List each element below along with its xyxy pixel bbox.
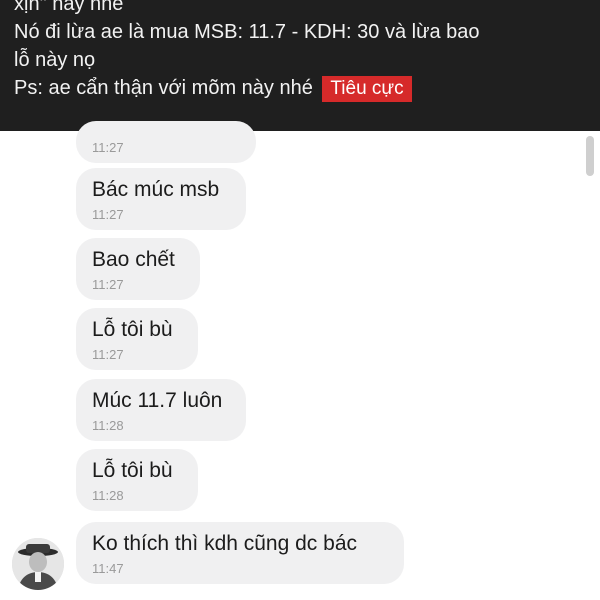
message-text: Lỗ tôi bù xyxy=(92,459,173,482)
scrollbar-thumb[interactable] xyxy=(586,136,594,176)
message-text: Múc 11.7 luôn xyxy=(92,389,223,412)
caption-text: Ps: ae cẩn thận với mõm này nhé xyxy=(14,77,313,99)
message-time: 11:28 xyxy=(92,488,124,503)
caption-line: Ps: ae cẩn thận với mõm này nhé Tiêu cực xyxy=(14,74,586,102)
caption-banner: xịn" này nhé Nó đi lừa ae là mua MSB: 11… xyxy=(0,0,600,131)
message-time: 11:27 xyxy=(92,207,124,222)
caption-line: lỗ này nọ xyxy=(14,49,96,71)
message-bubble[interactable]: Ko thích thì kdh cũng dc bác 11:47 xyxy=(76,522,404,584)
sentiment-tag: Tiêu cực xyxy=(322,76,412,102)
avatar-image xyxy=(12,538,64,590)
chat-area[interactable]: 11:27 Bác múc msb 11:27 Bao chết 11:27 L… xyxy=(0,121,600,600)
message-bubble[interactable]: Múc 11.7 luôn 11:28 xyxy=(76,379,246,441)
message-time: 11:47 xyxy=(92,561,124,576)
message-time: 11:27 xyxy=(92,347,124,362)
message-bubble[interactable]: Lỗ tôi bù 11:28 xyxy=(76,449,198,511)
message-time: 11:28 xyxy=(92,418,124,433)
message-bubble[interactable]: 11:27 xyxy=(76,121,256,163)
message-text: Bác múc msb xyxy=(92,178,220,201)
avatar[interactable] xyxy=(12,538,64,590)
caption-line: xịn" này nhé xyxy=(14,0,124,15)
message-time: 11:27 xyxy=(92,140,124,155)
message-text: Bao chết xyxy=(92,248,175,271)
caption-line: Nó đi lừa ae là mua MSB: 11.7 - KDH: 30 … xyxy=(14,21,480,43)
message-bubble[interactable]: Lỗ tôi bù 11:27 xyxy=(76,308,198,370)
message-time: 11:27 xyxy=(92,277,124,292)
message-text: Ko thích thì kdh cũng dc bác xyxy=(92,532,358,555)
message-bubble[interactable]: Bao chết 11:27 xyxy=(76,238,200,300)
message-text: Lỗ tôi bù xyxy=(92,318,173,341)
message-bubble[interactable]: Bác múc msb 11:27 xyxy=(76,168,246,230)
